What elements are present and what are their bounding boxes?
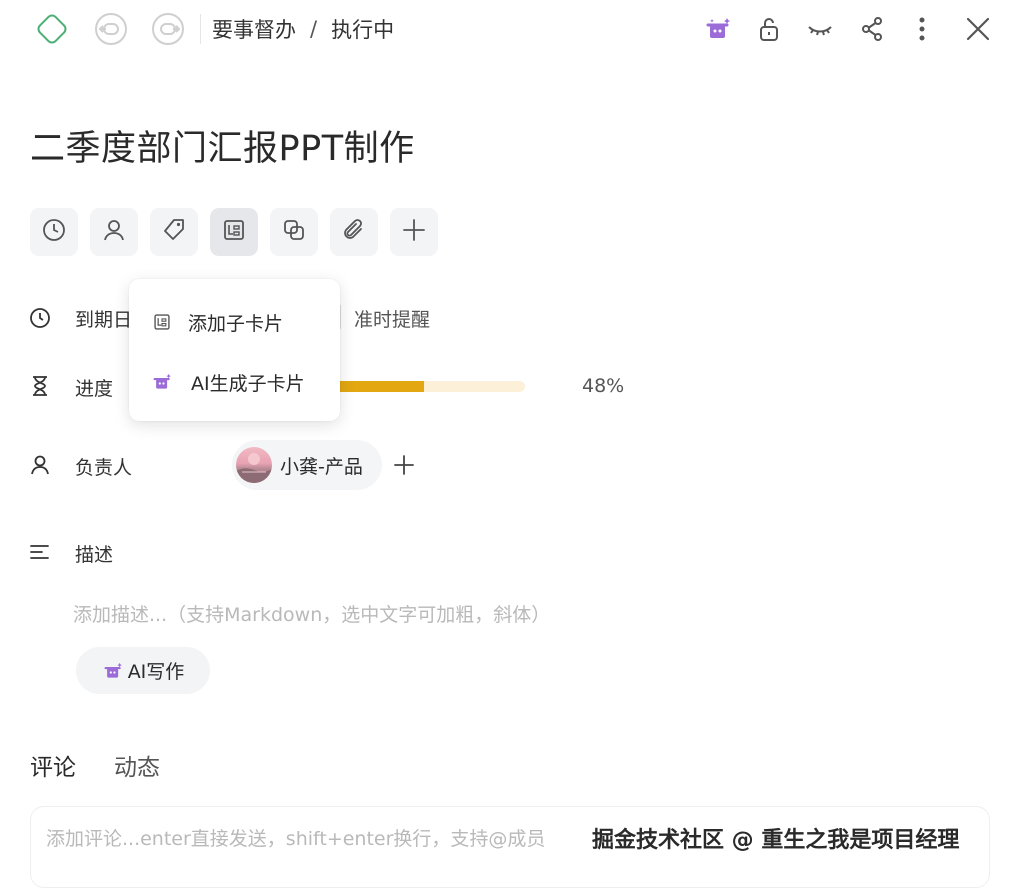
assignee-name: 小龚-产品 bbox=[280, 455, 363, 478]
menu-item-ai-generate-subcard[interactable]: AI生成子卡片 bbox=[129, 360, 340, 404]
description-input[interactable]: 添加描述...（支持Markdown，选中文字可加粗，斜体） bbox=[73, 600, 550, 627]
subcard-icon bbox=[221, 217, 247, 247]
breadcrumb-parent[interactable]: 要事督办 bbox=[212, 14, 296, 44]
hourglass-icon bbox=[28, 374, 52, 398]
forward-icon[interactable] bbox=[150, 11, 186, 47]
tab-activity[interactable]: 动态 bbox=[114, 748, 160, 782]
watermark: 掘金技术社区 @ 重生之我是项目经理 bbox=[592, 828, 960, 853]
plus-icon bbox=[401, 217, 427, 247]
assignee-user-icon bbox=[28, 453, 52, 477]
assignee-label: 负责人 bbox=[75, 457, 133, 479]
app-logo-icon[interactable] bbox=[34, 11, 70, 47]
due-date-label: 到期日 bbox=[75, 309, 133, 331]
user-icon bbox=[101, 217, 127, 247]
description-icon bbox=[28, 540, 52, 564]
subcard-button[interactable] bbox=[210, 208, 258, 256]
avatar bbox=[236, 447, 272, 483]
menu-item-label: AI生成子卡片 bbox=[191, 372, 305, 395]
attachment-button[interactable] bbox=[330, 208, 378, 256]
ai-magic-icon bbox=[102, 660, 124, 682]
assignee-chip[interactable]: 小龚-产品 bbox=[232, 440, 382, 490]
description-label: 描述 bbox=[75, 544, 114, 566]
reminder-option[interactable]: 准时提醒 bbox=[354, 305, 430, 332]
progress-label: 进度 bbox=[75, 378, 114, 400]
share-icon[interactable] bbox=[854, 11, 890, 47]
progress-percentage: 48% bbox=[582, 375, 625, 397]
ai-magic-icon bbox=[151, 371, 173, 393]
menu-item-add-subcard[interactable]: 添加子卡片 bbox=[129, 300, 340, 344]
add-assignee-icon[interactable] bbox=[386, 447, 422, 483]
breadcrumb: 要事督办 / 执行中 bbox=[212, 14, 394, 44]
copy-button[interactable] bbox=[270, 208, 318, 256]
tag-button[interactable] bbox=[150, 208, 198, 256]
tag-icon bbox=[161, 217, 187, 247]
breadcrumb-current: 执行中 bbox=[331, 18, 395, 42]
progress-bar[interactable] bbox=[330, 381, 525, 392]
ai-magic-icon[interactable] bbox=[700, 11, 736, 47]
tab-comments[interactable]: 评论 bbox=[30, 748, 76, 782]
more-vertical-icon[interactable] bbox=[904, 11, 940, 47]
subcard-icon bbox=[152, 312, 172, 332]
breadcrumb-separator: / bbox=[310, 17, 318, 41]
back-icon[interactable] bbox=[93, 11, 129, 47]
close-icon[interactable] bbox=[960, 11, 996, 47]
task-title[interactable]: 二季度部门汇报PPT制作 bbox=[30, 120, 415, 171]
add-more-button[interactable] bbox=[390, 208, 438, 256]
reminder-divider bbox=[340, 305, 341, 329]
clock-icon bbox=[41, 217, 67, 247]
eye-closed-icon[interactable] bbox=[802, 11, 838, 47]
due-date-button[interactable] bbox=[30, 208, 78, 256]
paperclip-icon bbox=[341, 217, 367, 247]
unlock-icon[interactable] bbox=[751, 11, 787, 47]
progress-bar-fill bbox=[330, 381, 424, 392]
toolbar-divider bbox=[200, 14, 201, 44]
comment-input[interactable]: 添加评论...enter直接发送，shift+enter换行，支持@成员 bbox=[46, 824, 545, 851]
due-clock-icon bbox=[28, 306, 52, 330]
copy-icon bbox=[281, 217, 307, 247]
assignee-button[interactable] bbox=[90, 208, 138, 256]
subcard-dropdown-menu: 添加子卡片 AI生成子卡片 bbox=[129, 279, 340, 421]
menu-item-label: 添加子卡片 bbox=[188, 312, 284, 335]
ai-write-button[interactable]: AI写作 bbox=[76, 647, 210, 694]
ai-write-label: AI写作 bbox=[127, 661, 185, 683]
